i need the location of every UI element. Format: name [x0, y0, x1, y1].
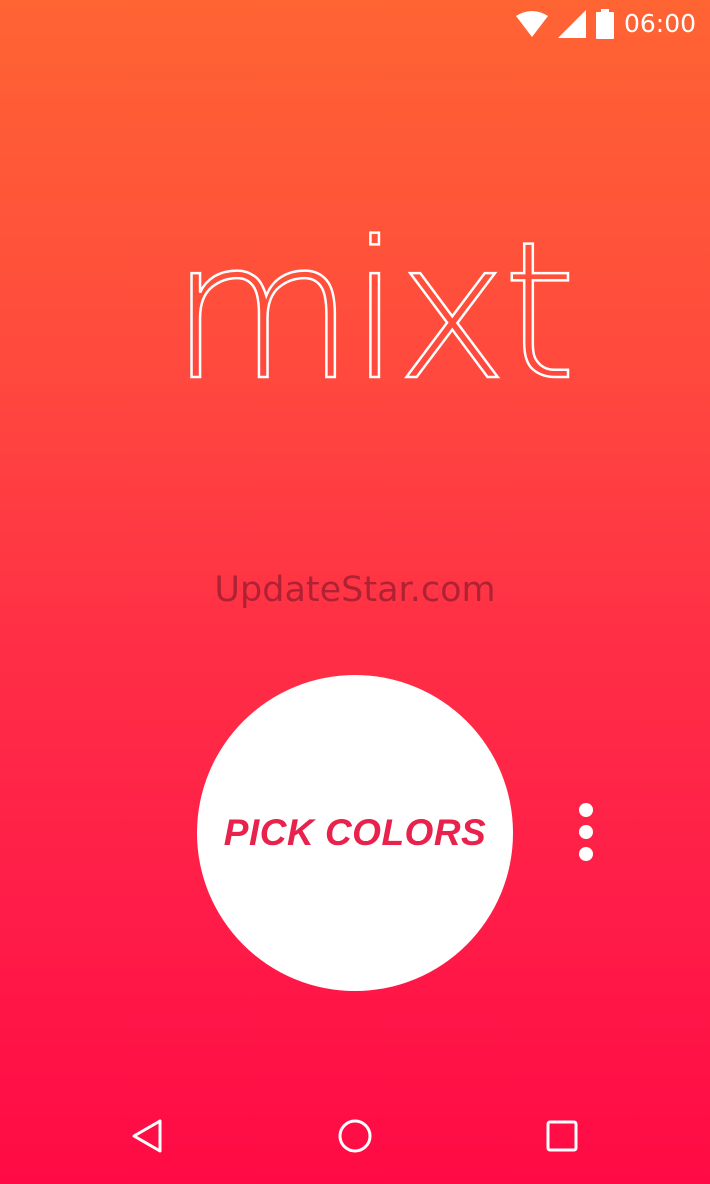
watermark-text: UpdateStar.com	[214, 570, 496, 610]
recent-apps-icon[interactable]	[532, 1106, 592, 1166]
battery-icon	[595, 9, 614, 39]
logo-text: mixt	[170, 201, 571, 422]
app-logo: mixt	[169, 200, 578, 424]
cellular-signal-icon	[557, 10, 586, 38]
wifi-icon	[515, 10, 548, 38]
pick-colors-button[interactable]: PICK COLORS	[197, 675, 513, 991]
navigation-bar	[0, 1088, 710, 1184]
back-icon[interactable]	[118, 1106, 178, 1166]
home-icon[interactable]	[325, 1106, 385, 1166]
more-vert-icon[interactable]	[566, 800, 606, 866]
status-icons: 06:00	[515, 8, 696, 40]
pick-colors-label: PICK COLORS	[223, 812, 487, 853]
status-time: 06:00	[623, 9, 696, 38]
status-bar: 06:00	[0, 0, 710, 48]
